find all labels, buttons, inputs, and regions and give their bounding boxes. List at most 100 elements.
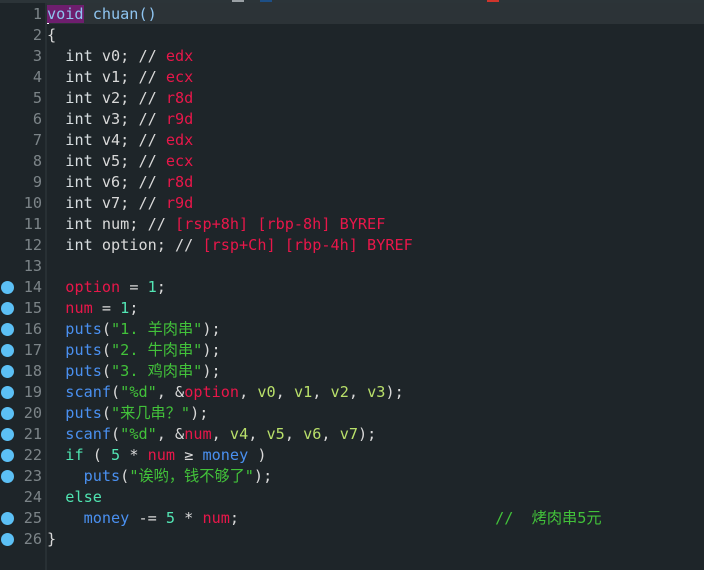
keyword-void[interactable]: void [47, 5, 84, 23]
function-puts[interactable]: puts [65, 404, 102, 422]
type-int[interactable]: int [65, 89, 92, 107]
type-int[interactable]: int [65, 47, 92, 65]
breakpoint-icon[interactable] [1, 407, 14, 420]
code-token: option; // [92, 236, 203, 254]
code-token: ( [120, 467, 130, 485]
code-token: , & [156, 383, 185, 401]
function-puts[interactable]: puts [84, 467, 121, 485]
type-int[interactable]: int [65, 194, 92, 212]
line-number: 1 [32, 5, 42, 23]
register-comment[interactable]: ecx [166, 68, 193, 86]
register-comment[interactable]: ecx [166, 152, 193, 170]
string-literal[interactable]: "3. 鸡肉串" [111, 362, 202, 380]
comment[interactable]: // 烤肉串5元 [495, 509, 601, 527]
code-token: ); [253, 467, 273, 485]
code-token: // [138, 173, 166, 191]
register-comment[interactable]: r8d [166, 89, 193, 107]
code-text: num = 1; [47, 298, 138, 319]
breakpoint-icon[interactable] [1, 512, 14, 525]
stack-comment[interactable]: [rsp+8h] [rbp-8h] BYREF [175, 215, 385, 233]
variable-option[interactable]: option [184, 383, 239, 401]
code-token: num; // [92, 215, 176, 233]
global-money[interactable]: money [203, 446, 249, 464]
code-token: , [248, 425, 267, 443]
type-int[interactable]: int [65, 110, 92, 128]
code-text: int v5; // ecx [47, 151, 193, 172]
type-int[interactable]: int [65, 68, 92, 86]
breakpoint-icon[interactable] [1, 386, 14, 399]
variable-option[interactable]: option [65, 278, 120, 296]
breakpoint-icon[interactable] [1, 449, 14, 462]
type-int[interactable]: int [65, 152, 92, 170]
code-text: int v4; // edx [47, 130, 193, 151]
code-token: v1; [92, 68, 139, 86]
breakpoint-icon[interactable] [1, 281, 14, 294]
code-token: 1 [120, 299, 130, 317]
variable-num[interactable]: num [202, 509, 229, 527]
global-money[interactable]: money [84, 509, 130, 527]
string-literal[interactable]: "%d" [120, 383, 157, 401]
line-number: 21 [23, 425, 42, 443]
function-scanf[interactable]: scanf [65, 425, 111, 443]
code-token: // [138, 194, 166, 212]
function-puts[interactable]: puts [65, 341, 102, 359]
variable-num[interactable]: num [148, 446, 175, 464]
code-token: v3 [367, 383, 386, 401]
function-puts[interactable]: puts [65, 362, 102, 380]
code-token: // [138, 68, 166, 86]
function-name[interactable]: chuan [93, 5, 139, 23]
type-int[interactable]: int [65, 173, 92, 191]
breakpoint-icon[interactable] [1, 302, 14, 315]
register-comment[interactable]: r8d [166, 173, 193, 191]
string-literal[interactable]: "来几串？" [111, 404, 190, 422]
keyword-else[interactable]: else [65, 488, 102, 506]
register-comment[interactable]: r9d [166, 194, 193, 212]
function-puts[interactable]: puts [65, 320, 102, 338]
toolbar-button-fragment[interactable] [232, 0, 244, 2]
string-literal[interactable]: "1. 羊肉串" [111, 320, 202, 338]
function-scanf[interactable]: scanf [65, 383, 111, 401]
breakpoint-icon[interactable] [1, 365, 14, 378]
code-token: 1 [147, 278, 157, 296]
register-comment[interactable]: edx [166, 131, 193, 149]
toolbar-close-fragment[interactable] [487, 0, 499, 2]
line-number: 20 [23, 404, 42, 422]
stack-comment[interactable]: [rsp+Ch] [rbp-4h] BYREF [202, 236, 412, 254]
line-number: 11 [23, 215, 42, 233]
code-token: ( [101, 362, 112, 380]
type-int[interactable]: int [65, 131, 92, 149]
register-comment[interactable]: edx [166, 47, 193, 65]
line-number: 23 [23, 467, 42, 485]
variable-num[interactable]: num [65, 299, 92, 317]
line-number: 12 [23, 236, 42, 254]
type-int[interactable]: int [65, 236, 92, 254]
code-text: int v2; // r8d [47, 88, 193, 109]
register-comment[interactable]: r9d [166, 110, 193, 128]
code-text: } [47, 529, 56, 550]
toolbar-tab-fragment[interactable] [260, 0, 272, 2]
breakpoint-icon[interactable] [1, 323, 14, 336]
string-literal[interactable]: "2. 牛肉串" [111, 341, 202, 359]
code-token: ); [190, 404, 209, 422]
line-number: 4 [32, 68, 42, 86]
string-literal[interactable]: "%d" [120, 425, 157, 443]
code-text: int v7; // r9d [47, 193, 193, 214]
string-literal[interactable]: "诶哟，钱不够了" [129, 467, 254, 485]
type-int[interactable]: int [65, 215, 92, 233]
code-token: , [211, 425, 230, 443]
variable-num[interactable]: num [184, 425, 211, 443]
code-token: v6; [92, 173, 139, 191]
breakpoint-icon[interactable] [1, 533, 14, 546]
breakpoint-icon[interactable] [1, 344, 14, 357]
code-token: ); [202, 341, 221, 359]
code-token: v4 [229, 425, 249, 443]
code-token: ( [101, 341, 112, 359]
keyword-if[interactable]: if [65, 446, 83, 464]
code-token: ); [358, 425, 377, 443]
breakpoint-icon[interactable] [1, 470, 14, 483]
breakpoint-icon[interactable] [1, 428, 14, 441]
